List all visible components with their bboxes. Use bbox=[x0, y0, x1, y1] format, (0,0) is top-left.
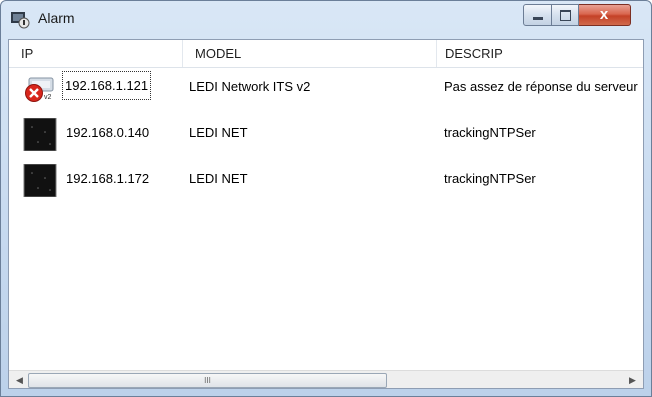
descrip-cell: trackingNTPSer bbox=[444, 171, 536, 186]
horizontal-scrollbar[interactable]: ◀ III ▶ bbox=[9, 370, 643, 388]
model-cell: LEDI NET bbox=[189, 125, 248, 140]
close-icon: x bbox=[599, 6, 609, 23]
scroll-right-icon[interactable]: ▶ bbox=[624, 371, 641, 388]
ip-cell: 192.168.1.172 bbox=[66, 171, 150, 186]
svg-text:v2: v2 bbox=[44, 94, 52, 101]
model-cell: LEDI NET bbox=[189, 171, 248, 186]
column-header-descrip[interactable]: DESCRIP bbox=[437, 40, 643, 67]
device-error-icon: v2 bbox=[25, 77, 54, 102]
model-cell: LEDI Network ITS v2 bbox=[189, 79, 311, 94]
list-item[interactable]: 192.168.1.172 LEDI NET trackingNTPSer bbox=[9, 161, 643, 199]
alarm-app-icon bbox=[11, 12, 30, 29]
minimize-button[interactable] bbox=[523, 4, 552, 26]
maximize-button[interactable] bbox=[552, 4, 579, 26]
list-item[interactable]: 192.168.0.140 LEDI NET trackingNTPSer bbox=[9, 115, 643, 153]
descrip-cell: trackingNTPSer bbox=[444, 125, 536, 140]
minimize-icon bbox=[533, 17, 543, 20]
close-button[interactable]: x bbox=[579, 4, 631, 26]
window-title: Alarm bbox=[38, 10, 75, 26]
scrollbar-thumb[interactable]: III bbox=[28, 373, 387, 388]
descrip-cell: Pas assez de réponse du serveur bbox=[444, 79, 638, 94]
column-header-row: IP MODEL DESCRIP bbox=[9, 40, 643, 68]
title-bar[interactable]: Alarm x bbox=[1, 1, 651, 39]
column-header-ip[interactable]: IP bbox=[9, 40, 183, 67]
alarm-window: Alarm x IP MODEL DESCRIP v2 192.168.1.12… bbox=[0, 0, 652, 397]
column-header-model[interactable]: MODEL bbox=[183, 40, 437, 67]
alarm-list[interactable]: IP MODEL DESCRIP v2 192.168.1.121 LEDI N… bbox=[8, 39, 644, 389]
device-screen-icon bbox=[23, 164, 57, 197]
device-screen-icon bbox=[23, 118, 57, 151]
scroll-left-icon[interactable]: ◀ bbox=[11, 371, 28, 388]
ip-cell: 192.168.0.140 bbox=[66, 125, 150, 140]
maximize-icon bbox=[560, 10, 571, 21]
list-item[interactable]: v2 192.168.1.121 LEDI Network ITS v2 Pas… bbox=[9, 69, 643, 107]
ip-cell: 192.168.1.121 bbox=[62, 71, 152, 100]
